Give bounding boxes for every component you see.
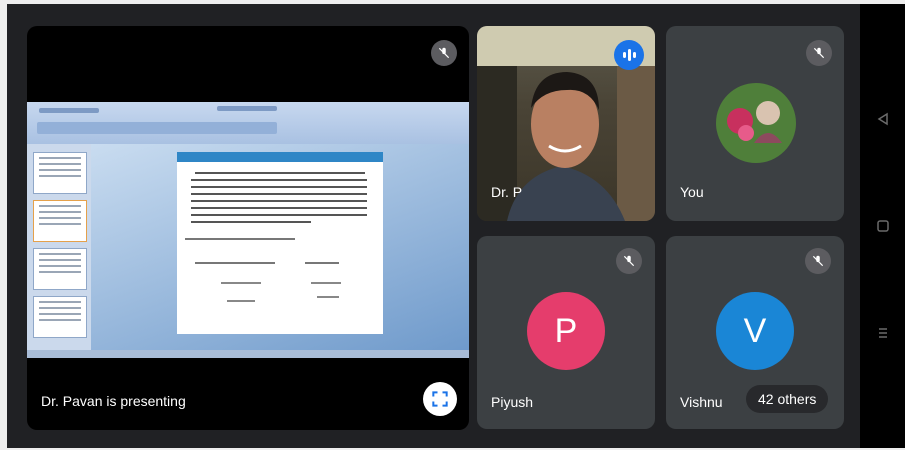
- participant-tile-you[interactable]: You: [666, 26, 844, 221]
- system-navigation-bar: [860, 4, 905, 448]
- recents-lines-icon[interactable]: [860, 326, 905, 343]
- slide-canvas: [91, 144, 469, 350]
- back-triangle-icon[interactable]: [860, 112, 905, 129]
- fullscreen-button[interactable]: [423, 382, 457, 416]
- slide-thumbnail: [33, 152, 87, 194]
- fullscreen-icon: [432, 391, 448, 407]
- participant-name: Vishnu: [680, 394, 723, 410]
- home-square-icon[interactable]: [860, 219, 905, 236]
- mic-off-icon: [805, 248, 831, 274]
- slide-thumbnail: [33, 200, 87, 242]
- shared-screen-content: [27, 102, 469, 358]
- current-slide: [177, 152, 383, 334]
- app-status-bar: [27, 350, 469, 358]
- participant-name: You: [680, 184, 704, 200]
- participant-name: Dr. P: [491, 184, 523, 200]
- profile-photo-avatar: [716, 83, 796, 163]
- presentation-tile[interactable]: Dr. Pavan is presenting: [27, 26, 469, 430]
- participant-name: Piyush: [491, 394, 534, 410]
- participant-tile-dr-p[interactable]: Dr. P: [477, 26, 655, 221]
- avatar: V: [716, 292, 794, 370]
- others-badge[interactable]: 42 others: [746, 385, 829, 413]
- slide-thumbnail: [33, 248, 87, 290]
- mic-off-icon: [806, 40, 832, 66]
- app-ribbon: [27, 102, 469, 144]
- slide-thumbnail: [33, 296, 87, 338]
- participant-tile-vishnu[interactable]: V Vishnu 42 others: [666, 236, 844, 429]
- mic-off-icon: [431, 40, 457, 66]
- participant-tile-piyush[interactable]: P Piyush: [477, 236, 655, 429]
- speaking-indicator-icon: [614, 40, 644, 70]
- mic-off-icon: [616, 248, 642, 274]
- avatar: P: [527, 292, 605, 370]
- presenting-caption: Dr. Pavan is presenting: [41, 393, 186, 409]
- slide-thumbnails: [27, 144, 91, 350]
